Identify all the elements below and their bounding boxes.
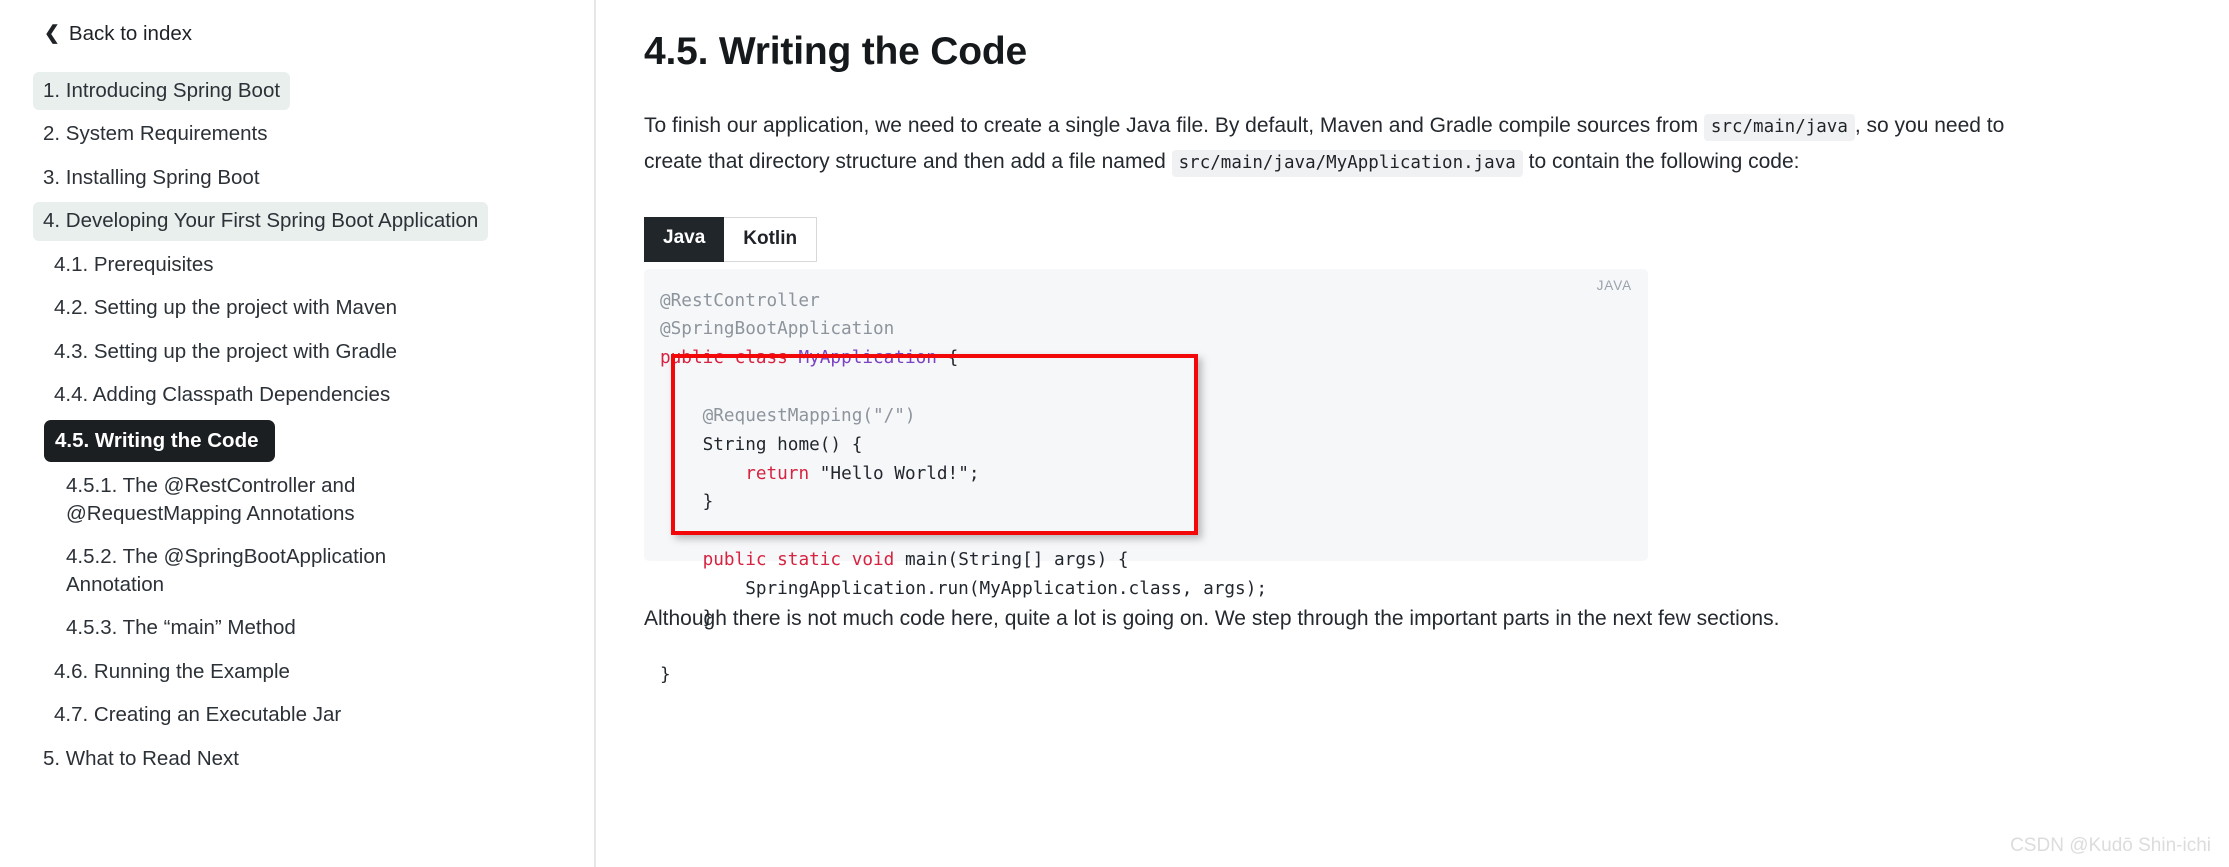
intro-paragraph: To finish our application, we need to cr…	[644, 108, 2064, 181]
sidebar-item-label: 4.5.2. The @SpringBootApplication Annota…	[66, 545, 387, 596]
sidebar-item-4-4-classpath[interactable]: 4.4. Adding Classpath Dependencies	[44, 376, 400, 414]
code-token-type-myapplication: MyApplication	[798, 348, 937, 369]
code-token-brace-close-home: }	[702, 492, 714, 513]
code-token-annotation-springbootapplication: @SpringBootApplication	[660, 319, 895, 340]
tab-kotlin[interactable]: Kotlin	[724, 216, 818, 262]
sidebar-item-4-3-gradle[interactable]: 4.3. Setting up the project with Gradle	[44, 333, 407, 371]
inline-code-src-main-java: src/main/java	[1703, 114, 1855, 141]
sidebar-item-label: 4.7. Creating an Executable Jar	[54, 703, 342, 727]
sidebar-item-label: 4.1. Prerequisites	[54, 252, 214, 276]
page-title: 4.5. Writing the Code	[644, 30, 1027, 73]
main-content: 4.5. Writing the Code To finish our appl…	[596, 0, 2229, 867]
sidebar-item-4-5-1-restcontroller[interactable]: 4.5.1. The @RestController and @RequestM…	[56, 467, 456, 533]
code-token-keyword-return: return	[745, 463, 810, 484]
code-token-method-main: main(String[] args) {	[904, 550, 1129, 571]
csdn-watermark: CSDN @Kudō Shin-ichi	[2010, 835, 2211, 856]
code-token-keyword-public: public	[660, 348, 724, 369]
code-token-springapplication-run: SpringApplication.run(MyApplication.clas…	[745, 578, 1267, 599]
sidebar-item-4-developing[interactable]: 4. Developing Your First Spring Boot App…	[33, 202, 489, 241]
sidebar-item-4-5-2-springbootapplication[interactable]: 4.5.2. The @SpringBootApplication Annota…	[56, 538, 456, 604]
sidebar-item-4-5-writing-the-code[interactable]: 4.5. Writing the Code	[44, 419, 275, 463]
sidebar-item-2[interactable]: 2. System Requirements	[33, 115, 277, 153]
sidebar-item-label: 4.6. Running the Example	[54, 659, 290, 683]
code-token-string-hello-world: "Hello World!";	[819, 463, 980, 484]
code-token-annotation-restcontroller: @RestController	[660, 290, 820, 311]
inline-code-myapplication-java: src/main/java/MyApplication.java	[1171, 150, 1523, 178]
tab-java-label: Java	[663, 226, 706, 248]
sidebar-item-label: 4.5.1. The @RestController and @RequestM…	[66, 474, 356, 525]
back-to-index-label: Back to index	[68, 22, 192, 45]
sidebar-item-label: 4.5.3. The “main” Method	[66, 616, 296, 640]
code-token-brace-open: {	[947, 348, 959, 369]
code-token-brace-close-main: }	[702, 607, 714, 628]
sidebar-item-4-5-3-main-method[interactable]: 4.5.3. The “main” Method	[56, 609, 456, 647]
tab-kotlin-label: Kotlin	[743, 227, 798, 249]
code-block[interactable]: JAVA @RestController @SpringBootApplicat…	[644, 268, 1648, 685]
code-token-brace-close-class: }	[660, 665, 671, 686]
code-token-annotation-requestmapping: @RequestMapping("/")	[702, 405, 916, 426]
sidebar-item-label: 4.4. Adding Classpath Dependencies	[54, 383, 391, 407]
sidebar-item-4-7-executable-jar[interactable]: 4.7. Creating an Executable Jar	[44, 696, 351, 734]
sidebar-item-label: 1. Introducing Spring Boot	[43, 79, 281, 102]
sidebar-item-label: 4.2. Setting up the project with Maven	[54, 296, 398, 320]
toc-list: 1. Introducing Spring Boot 2. System Req…	[0, 72, 594, 778]
sidebar-item-3[interactable]: 3. Installing Spring Boot	[33, 159, 270, 197]
tab-java[interactable]: Java	[644, 216, 725, 262]
intro-text-part-3: to contain the following code:	[1522, 150, 1800, 174]
sidebar-item-1[interactable]: 1. Introducing Spring Boot	[33, 72, 291, 111]
documentation-page: ❮ Back to index 1. Introducing Spring Bo…	[0, 0, 2229, 867]
sidebar-item-label: 2. System Requirements	[43, 122, 268, 146]
chevron-left-icon: ❮	[44, 22, 60, 44]
code-content: @RestController @SpringBootApplication p…	[644, 287, 1648, 691]
code-token-keyword-class: class	[734, 348, 788, 369]
code-token-method-home: String home() {	[702, 434, 863, 455]
sidebar-item-label: 4. Developing Your First Spring Boot App…	[43, 209, 479, 233]
sidebar-item-4-6-running-example[interactable]: 4.6. Running the Example	[44, 653, 300, 691]
sidebar-item-label: 3. Installing Spring Boot	[43, 165, 260, 189]
sidebar-item-4-1-prerequisites[interactable]: 4.1. Prerequisites	[44, 246, 224, 284]
code-token-keyword-public-static-void: public static void	[702, 550, 895, 571]
sidebar-item-4-2-maven[interactable]: 4.2. Setting up the project with Maven	[44, 289, 407, 327]
code-language-tabs: Java Kotlin	[644, 216, 818, 262]
sidebar-toc: ❮ Back to index 1. Introducing Spring Bo…	[0, 0, 596, 867]
sidebar-item-label: 5. What to Read Next	[43, 746, 239, 770]
back-to-index-link[interactable]: ❮ Back to index	[44, 22, 192, 46]
sidebar-item-label: 4.3. Setting up the project with Gradle	[54, 339, 398, 363]
code-language-label: JAVA	[1596, 277, 1632, 293]
intro-text-part-1: To finish our application, we need to cr…	[644, 114, 1704, 137]
sidebar-item-5-what-to-read-next[interactable]: 5. What to Read Next	[33, 740, 249, 778]
sidebar-item-label: 4.5. Writing the Code	[55, 428, 259, 452]
